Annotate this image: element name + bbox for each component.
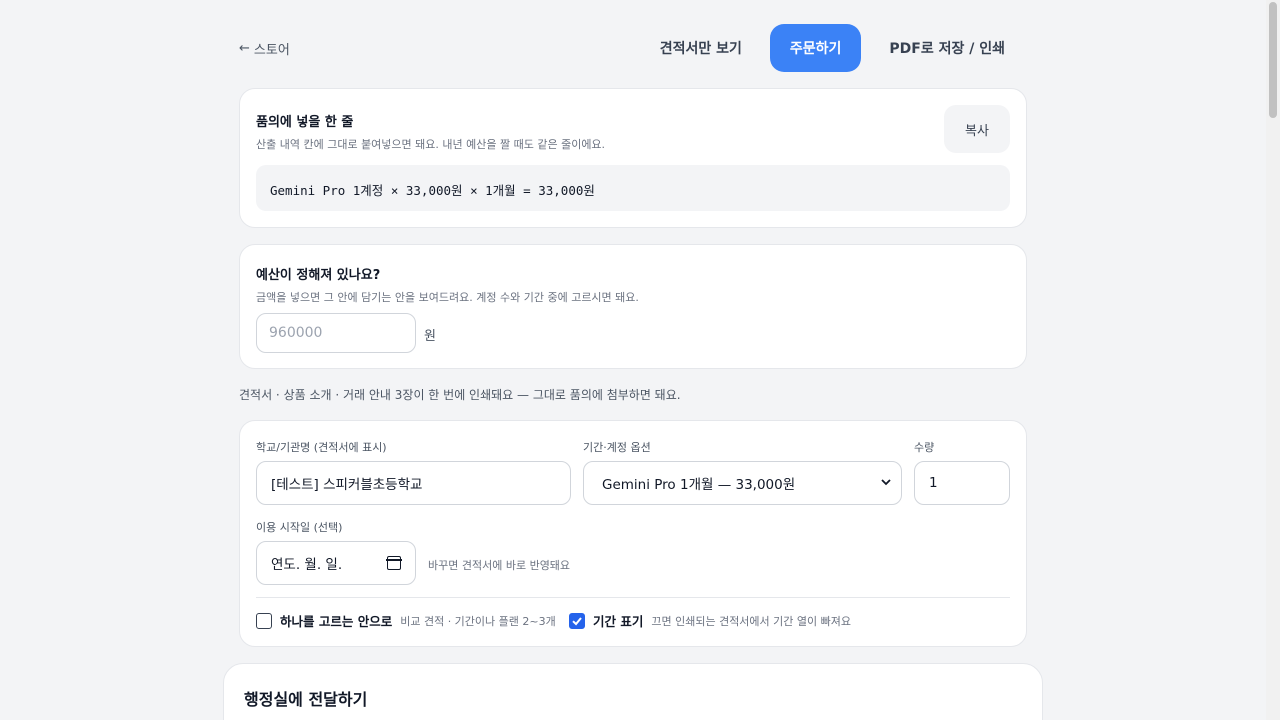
approval-line-subtitle: 산출 내역 칸에 그대로 붙여넣으면 돼요. 내년 예산을 짤 때도 같은 줄이…: [256, 138, 606, 151]
approval-line-card: 품의에 넣을 한 줄 산출 내역 칸에 그대로 붙여넣으면 돼요. 내년 예산을…: [239, 88, 1027, 228]
budget-unit: 원: [424, 329, 436, 344]
school-value: [테스트] 스피커블초등학교: [271, 477, 423, 493]
print-notice: 견적서 · 상품 소개 · 거래 안내 3장이 한 번에 인쇄돼요 — 그대로 …: [239, 388, 681, 402]
qty-input[interactable]: 1: [914, 461, 1010, 505]
single-option-row: 하나를 고르는 안으로 비교 견적 · 기간이나 플랜 2~3개: [256, 611, 556, 630]
top-bar: ← 스토어 견적서만 보기 주문하기 PDF로 저장 / 인쇄: [239, 24, 1027, 72]
quote-form-card: 학교/기관명 (견적서에 표시) [테스트] 스피커블초등학교 기간·계정 옵션…: [239, 420, 1027, 647]
back-to-store-link[interactable]: ← 스토어: [239, 39, 290, 58]
handoff-title: 행정실에 전달하기: [244, 690, 368, 709]
single-option-checkbox[interactable]: [256, 612, 272, 629]
scrollbar-thumb[interactable]: [1269, 2, 1277, 118]
option-label: 기간·계정 옵션: [583, 441, 651, 454]
show-period-row: 기간 표기 끄면 인쇄되는 견적서에서 기간 열이 빠져요: [569, 611, 851, 630]
top-actions: 견적서만 보기 주문하기 PDF로 저장 / 인쇄: [638, 24, 1027, 72]
option-value: Gemini Pro 1개월 — 33,000원: [602, 477, 796, 493]
chevron-down-icon: [881, 479, 891, 486]
copy-button[interactable]: 복사: [944, 105, 1010, 153]
view-quote-button[interactable]: 견적서만 보기: [638, 24, 764, 72]
approval-line-title: 품의에 넣을 한 줄: [256, 115, 354, 130]
single-option-label[interactable]: 하나를 고르는 안으로: [280, 611, 392, 630]
divider: [256, 597, 1010, 598]
start-date-label: 이용 시작일 (선택): [256, 521, 343, 534]
approval-line-text: Gemini Pro 1계정 × 33,000원 × 1개월 = 33,000원: [256, 165, 1010, 211]
page-scrollbar[interactable]: [1266, 0, 1280, 720]
option-select[interactable]: Gemini Pro 1개월 — 33,000원: [583, 461, 902, 505]
pdf-print-button[interactable]: PDF로 저장 / 인쇄: [867, 24, 1027, 72]
calendar-icon[interactable]: [386, 556, 402, 570]
arrow-left-icon: ←: [239, 41, 250, 56]
budget-title: 예산이 정해져 있나요?: [256, 268, 381, 283]
budget-card: 예산이 정해져 있나요? 금액을 넣으면 그 안에 담기는 안을 보여드려요. …: [239, 244, 1027, 369]
back-link-label: 스토어: [253, 43, 290, 58]
handoff-card: 행정실에 전달하기: [223, 663, 1043, 720]
show-period-checkbox[interactable]: [569, 612, 585, 629]
start-date-input[interactable]: 연도. 월. 일.: [256, 541, 416, 585]
start-date-hint: 바꾸면 견적서에 바로 반영돼요: [428, 559, 571, 572]
check-icon: [572, 616, 582, 625]
qty-label: 수량: [914, 441, 935, 454]
budget-input[interactable]: [256, 313, 416, 353]
budget-subtitle: 금액을 넣으면 그 안에 담기는 안을 보여드려요. 계정 수와 기간 중에 고…: [256, 291, 639, 304]
show-period-label[interactable]: 기간 표기: [593, 611, 643, 630]
qty-value: 1: [929, 475, 938, 491]
order-button[interactable]: 주문하기: [769, 24, 862, 72]
show-period-desc: 끄면 인쇄되는 견적서에서 기간 열이 빠져요: [651, 614, 852, 628]
school-label: 학교/기관명 (견적서에 표시): [256, 441, 387, 454]
school-input[interactable]: [테스트] 스피커블초등학교: [256, 461, 571, 505]
start-date-value: 연도. 월. 일.: [271, 557, 343, 573]
single-option-desc: 비교 견적 · 기간이나 플랜 2~3개: [400, 614, 556, 628]
